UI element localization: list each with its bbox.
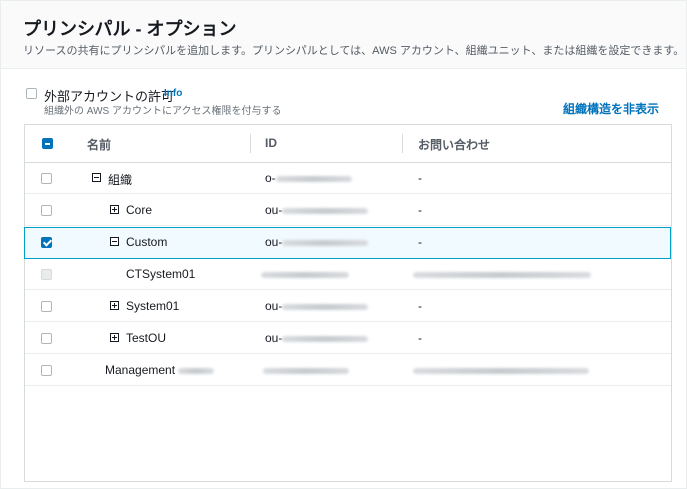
row-name: CTSystem01 bbox=[126, 267, 196, 281]
row-contact: - bbox=[418, 299, 422, 313]
row-checkbox[interactable] bbox=[41, 205, 52, 216]
row-name: Custom bbox=[126, 235, 168, 249]
row-id-prefix: ou- bbox=[265, 299, 283, 313]
row-id-prefix: ou- bbox=[265, 235, 283, 249]
row-name: TestOU bbox=[126, 331, 167, 345]
table-row-selected[interactable]: Custom ou- - bbox=[24, 227, 671, 259]
row-id-prefix: ou- bbox=[265, 331, 283, 345]
table-header: 名前 ID お問い合わせ bbox=[25, 125, 671, 163]
principals-table: 名前 ID お問い合わせ 組織 o- - Core ou- - Custom o… bbox=[24, 124, 672, 482]
expand-icon[interactable] bbox=[110, 333, 119, 342]
column-divider[interactable] bbox=[250, 134, 251, 153]
row-checkbox[interactable] bbox=[41, 237, 52, 248]
row-name: System01 bbox=[126, 299, 180, 313]
expand-icon[interactable] bbox=[110, 301, 119, 310]
row-id: ou- bbox=[265, 331, 369, 345]
table-row[interactable]: CTSystem01 bbox=[25, 259, 671, 290]
table-row[interactable]: TestOU ou- - bbox=[25, 323, 671, 354]
table-row[interactable]: Core ou- - bbox=[25, 195, 671, 226]
allow-external-accounts-description: 組織外の AWS アカウントにアクセス権限を付与する bbox=[44, 106, 282, 117]
panel-title: プリンシパル - オプション bbox=[23, 19, 237, 39]
info-link[interactable]: Info bbox=[164, 88, 182, 99]
table-row[interactable]: 組織 o- - bbox=[25, 163, 671, 194]
redacted-id bbox=[282, 335, 369, 342]
row-contact: - bbox=[418, 203, 422, 217]
row-contact: - bbox=[418, 331, 422, 345]
column-divider[interactable] bbox=[402, 134, 403, 153]
collapse-icon[interactable] bbox=[92, 173, 101, 182]
row-checkbox[interactable] bbox=[41, 333, 52, 344]
redacted-id bbox=[275, 175, 352, 182]
row-id bbox=[261, 267, 349, 281]
expand-icon[interactable] bbox=[110, 205, 119, 214]
row-id: ou- bbox=[265, 203, 369, 217]
row-contact bbox=[413, 363, 589, 377]
row-name: Core bbox=[126, 203, 153, 217]
table-row[interactable]: System01 ou- - bbox=[25, 291, 671, 322]
row-name-text: Management bbox=[105, 363, 176, 377]
redacted-email bbox=[413, 367, 589, 374]
row-checkbox[interactable] bbox=[41, 173, 52, 184]
redacted-account-suffix bbox=[178, 367, 215, 374]
row-id bbox=[263, 363, 349, 377]
column-header-name[interactable]: 名前 bbox=[87, 136, 111, 153]
row-id: ou- bbox=[265, 235, 369, 249]
table-row[interactable]: Management bbox=[25, 355, 671, 386]
redacted-email bbox=[413, 271, 591, 278]
row-id-prefix: ou- bbox=[265, 203, 283, 217]
allow-external-accounts-checkbox[interactable] bbox=[26, 88, 37, 99]
redacted-id bbox=[261, 271, 349, 278]
row-contact: - bbox=[418, 171, 422, 185]
row-contact: - bbox=[418, 235, 422, 249]
row-id: o- bbox=[265, 171, 352, 185]
redacted-id bbox=[282, 207, 369, 214]
hide-org-structure-link[interactable]: 組織構造を非表示 bbox=[563, 100, 659, 117]
row-id: ou- bbox=[265, 299, 369, 313]
panel-header: プリンシパル - オプション リソースの共有にプリンシパルを追加します。プリンシ… bbox=[1, 1, 686, 69]
row-contact bbox=[413, 267, 591, 281]
row-checkbox[interactable] bbox=[41, 301, 52, 312]
row-name: 組織 bbox=[108, 173, 133, 187]
redacted-id bbox=[263, 367, 349, 374]
row-checkbox[interactable] bbox=[41, 365, 52, 376]
redacted-id bbox=[282, 239, 369, 246]
redacted-id bbox=[282, 303, 369, 310]
row-name: Management bbox=[105, 363, 215, 377]
collapse-icon[interactable] bbox=[110, 237, 119, 246]
row-id-prefix: o- bbox=[265, 171, 276, 185]
principals-panel: プリンシパル - オプション リソースの共有にプリンシパルを追加します。プリンシ… bbox=[0, 0, 687, 489]
select-all-checkbox[interactable] bbox=[42, 138, 53, 149]
column-header-contact[interactable]: お問い合わせ bbox=[418, 136, 490, 153]
row-checkbox-disabled bbox=[41, 269, 52, 280]
panel-description: リソースの共有にプリンシパルを追加します。プリンシパルとしては、AWS アカウン… bbox=[23, 45, 685, 57]
column-header-id[interactable]: ID bbox=[265, 136, 277, 150]
